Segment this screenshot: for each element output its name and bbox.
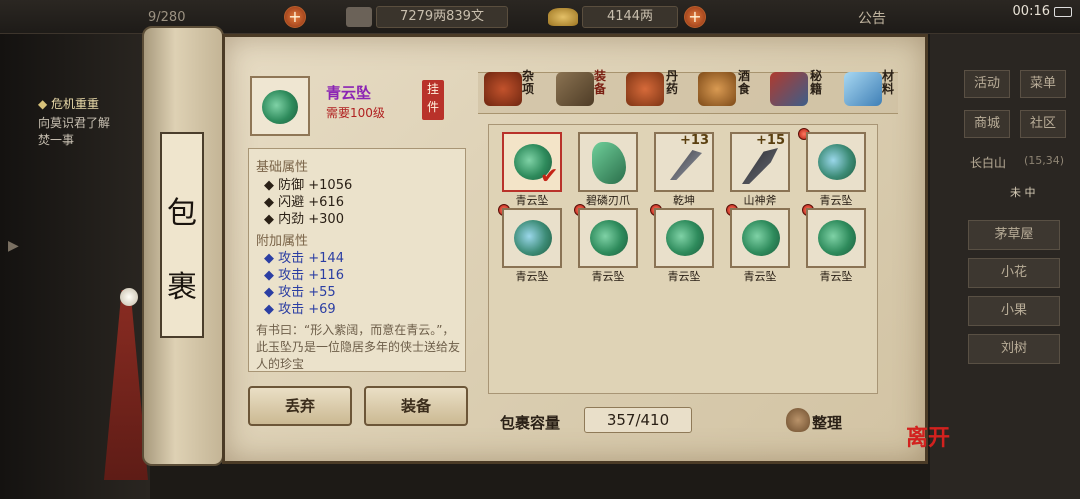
battery-icon [1054, 7, 1072, 17]
jade-pendant-icon [262, 90, 298, 124]
jade-pendant-icon [818, 144, 856, 180]
slot-label: 青云坠 [819, 270, 853, 283]
tab-pills[interactable]: 丹药 [666, 70, 680, 96]
time-of-day: 未 中 [1010, 186, 1036, 199]
jar-icon[interactable] [484, 72, 522, 106]
copper-coin-icon [346, 7, 372, 27]
add-silver-button[interactable]: + [684, 6, 706, 28]
add-capacity-button[interactable]: + [284, 6, 306, 28]
menu-button[interactable]: 菜单 [1020, 70, 1066, 98]
npc-button[interactable]: 小果 [968, 296, 1060, 326]
axe-icon [742, 148, 778, 184]
location-coords: (15,34) [1024, 154, 1065, 167]
quest-title-text: 危机重重 [51, 97, 100, 111]
item-name: 青云坠 [326, 84, 372, 102]
mall-button[interactable]: 商城 [964, 110, 1010, 138]
copper-amount: 7279两839文 [376, 6, 508, 28]
location-name: 长白山 [970, 156, 1007, 170]
pills-icon[interactable] [626, 72, 664, 106]
books-icon[interactable] [770, 72, 808, 106]
claw-icon [592, 142, 626, 184]
npc-button[interactable]: 刘树 [968, 334, 1060, 364]
bead-decoration [120, 288, 138, 306]
scroll-title-char: 包 [167, 196, 197, 231]
stat-text: 攻击 +69 [278, 302, 336, 317]
quest-desc-line2: 焚一事 [38, 133, 75, 147]
announcement-button[interactable]: 公告 [858, 8, 886, 28]
community-button[interactable]: 社区 [1020, 110, 1066, 138]
silver-ingot-icon [548, 8, 578, 26]
blade-icon [670, 150, 702, 180]
slot-label: 青云坠 [743, 270, 777, 283]
inventory-slot[interactable] [806, 132, 866, 192]
inventory-slot[interactable] [578, 208, 638, 268]
quest-title[interactable]: ◆ 危机重重 [38, 95, 99, 112]
jade-pendant-icon [818, 220, 856, 256]
enhance-level: +15 [756, 133, 785, 148]
stat-text: 内劲 +300 [278, 212, 344, 227]
tab-materials[interactable]: 材料 [882, 70, 896, 96]
tab-food[interactable]: 酒食 [738, 70, 752, 96]
equip-button[interactable]: 装备 [364, 386, 468, 426]
diamond-icon: ◆ [264, 302, 279, 317]
npc-button[interactable]: 小花 [968, 258, 1060, 288]
tab-misc[interactable]: 杂项 [522, 70, 536, 96]
item-level-requirement: 需要100级 [326, 106, 385, 120]
extra-stat: ◆ 攻击 +69 [264, 298, 336, 317]
capacity-label: 包裹容量 [500, 414, 561, 432]
jade-pendant-icon [590, 220, 628, 256]
base-stat: ◆ 内劲 +300 [264, 208, 344, 227]
scroll-title-plate [160, 132, 204, 338]
expand-arrow-icon[interactable]: ▶ [8, 238, 19, 254]
clock: 00:16 [1012, 4, 1050, 19]
tab-manuals[interactable]: 秘籍 [810, 70, 824, 96]
activity-button[interactable]: 活动 [964, 70, 1010, 98]
diamond-icon: ◆ [264, 212, 279, 227]
inventory-slot[interactable] [502, 208, 562, 268]
item-type-tag: 挂件 [422, 80, 444, 120]
discard-button[interactable]: 丢弃 [248, 386, 352, 426]
food-icon[interactable] [698, 72, 736, 106]
leave-button[interactable]: 离开 [906, 420, 950, 452]
inventory-slot[interactable] [578, 132, 638, 192]
jade-pendant-icon [514, 220, 552, 256]
jade-pendant-icon [742, 220, 780, 256]
slot-label: 青云坠 [667, 270, 701, 283]
bag-capacity-text: 9/280 [148, 10, 186, 25]
slot-label: 青云坠 [515, 270, 549, 283]
inventory-slot[interactable] [654, 208, 714, 268]
base-stats-header: 基础属性 [256, 160, 309, 175]
jade-pendant-icon [666, 220, 704, 256]
pouch-icon [786, 408, 810, 432]
scroll-bundle-icon[interactable] [556, 72, 594, 106]
sort-label[interactable]: 整理 [812, 412, 842, 433]
selected-item-icon [250, 76, 310, 136]
item-description: 有书曰：“形入紫阔，而意在青云。”，此玉坠乃是一位隐居多年的侠士送给友人的珍宝 [256, 323, 460, 370]
category-tab-strip [478, 72, 898, 114]
silver-amount: 4144两 [582, 6, 678, 28]
tab-equipment[interactable]: 装备 [594, 70, 608, 96]
quest-desc-line1: 向莫识君了解 [38, 116, 111, 130]
capacity-value: 357/410 [584, 407, 692, 433]
inventory-slot[interactable] [730, 208, 790, 268]
checkmark-icon: ✔ [540, 164, 559, 189]
scroll-title-char: 裹 [167, 270, 197, 305]
npc-button[interactable]: 茅草屋 [968, 220, 1060, 250]
inventory-slot[interactable] [806, 208, 866, 268]
crystal-icon[interactable] [844, 72, 882, 106]
slot-label: 青云坠 [591, 270, 625, 283]
diamond-icon: ◆ [38, 97, 52, 111]
enhance-level: +13 [680, 133, 709, 148]
